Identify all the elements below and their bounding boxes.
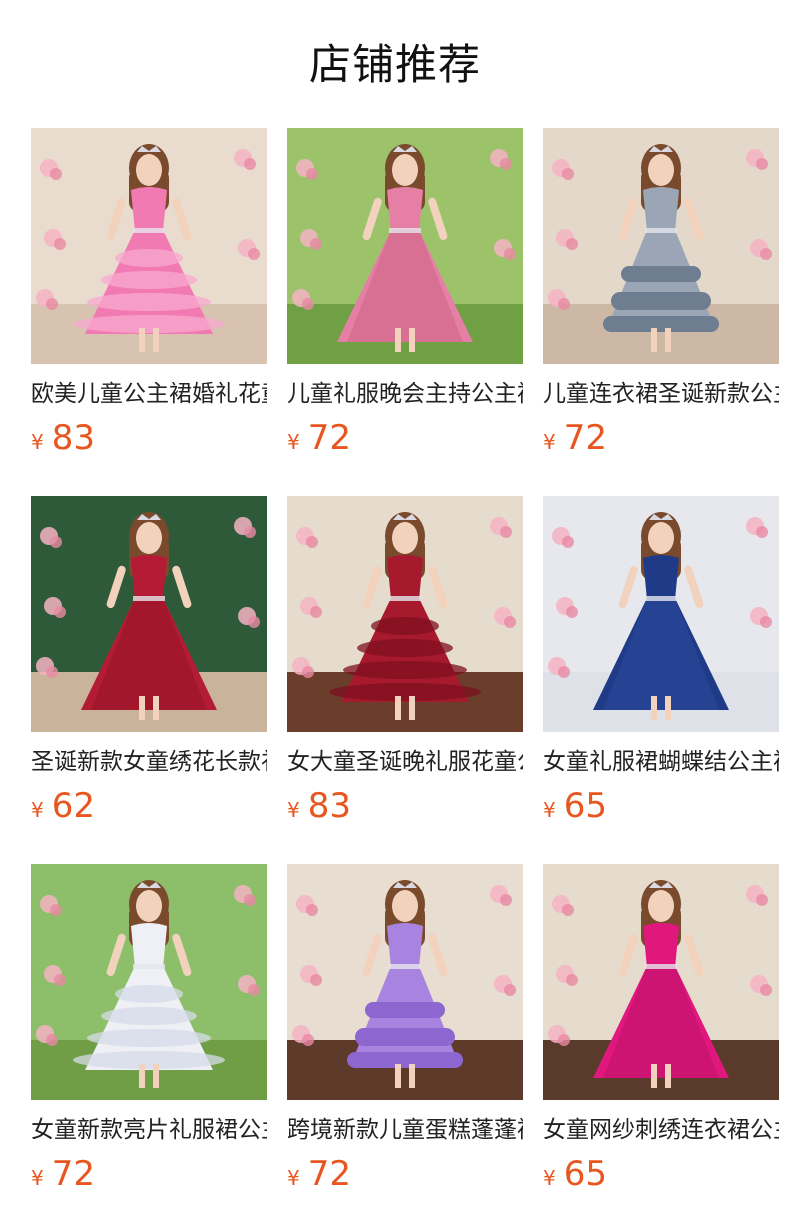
product-name[interactable]: 欧美儿童公主裙婚礼花童礼服 <box>31 378 267 410</box>
product-card[interactable]: 女童网纱刺绣连衣裙公主裙 ¥65 <box>543 864 779 1232</box>
product-photo-illustration <box>287 128 523 364</box>
currency-symbol: ¥ <box>31 430 44 454</box>
product-photo-illustration <box>287 496 523 732</box>
product-name[interactable]: 女大童圣诞晚礼服花童公主裙 <box>287 746 523 778</box>
product-price: ¥83 <box>31 418 267 458</box>
product-price: ¥65 <box>543 786 779 826</box>
product-name[interactable]: 儿童礼服晚会主持公主裙 <box>287 378 523 410</box>
product-image[interactable] <box>31 496 267 732</box>
currency-symbol: ¥ <box>31 1166 44 1190</box>
product-name[interactable]: 女童网纱刺绣连衣裙公主裙 <box>543 1114 779 1146</box>
product-card[interactable]: 欧美儿童公主裙婚礼花童礼服 ¥83 <box>31 128 267 496</box>
product-card[interactable]: 儿童连衣裙圣诞新款公主裙 ¥72 <box>543 128 779 496</box>
product-card[interactable]: 儿童礼服晚会主持公主裙 ¥72 <box>287 128 523 496</box>
price-value: 72 <box>563 418 607 458</box>
product-price: ¥72 <box>287 418 523 458</box>
currency-symbol: ¥ <box>287 430 300 454</box>
product-card[interactable]: 女大童圣诞晚礼服花童公主裙 ¥83 <box>287 496 523 864</box>
currency-symbol: ¥ <box>31 798 44 822</box>
product-price: ¥83 <box>287 786 523 826</box>
product-price: ¥62 <box>31 786 267 826</box>
product-name[interactable]: 圣诞新款女童绣花长款礼服 <box>31 746 267 778</box>
product-photo-illustration <box>31 128 267 364</box>
price-value: 83 <box>51 418 95 458</box>
product-image[interactable] <box>287 128 523 364</box>
product-card[interactable]: 跨境新款儿童蛋糕蓬蓬裙 ¥72 <box>287 864 523 1232</box>
product-name[interactable]: 女童礼服裙蝴蝶结公主裙 <box>543 746 779 778</box>
product-photo-illustration <box>543 864 779 1100</box>
product-price: ¥72 <box>287 1154 523 1194</box>
price-value: 83 <box>307 786 351 826</box>
product-name[interactable]: 女童新款亮片礼服裙公主裙 <box>31 1114 267 1146</box>
product-photo-illustration <box>287 864 523 1100</box>
price-value: 72 <box>307 418 351 458</box>
product-image[interactable] <box>287 496 523 732</box>
product-price: ¥72 <box>543 418 779 458</box>
product-card[interactable]: 女童新款亮片礼服裙公主裙 ¥72 <box>31 864 267 1232</box>
price-value: 65 <box>563 1154 607 1194</box>
product-image[interactable] <box>287 864 523 1100</box>
currency-symbol: ¥ <box>287 1166 300 1190</box>
currency-symbol: ¥ <box>543 430 556 454</box>
product-image[interactable] <box>31 864 267 1100</box>
page-title: 店铺推荐 <box>308 40 481 89</box>
product-card[interactable]: 女童礼服裙蝴蝶结公主裙 ¥65 <box>543 496 779 864</box>
product-photo-illustration <box>31 864 267 1100</box>
price-value: 72 <box>307 1154 351 1194</box>
currency-symbol: ¥ <box>543 1166 556 1190</box>
currency-symbol: ¥ <box>287 798 300 822</box>
product-photo-illustration <box>543 128 779 364</box>
product-card[interactable]: 圣诞新款女童绣花长款礼服 ¥62 <box>31 496 267 864</box>
currency-symbol: ¥ <box>543 798 556 822</box>
product-name[interactable]: 儿童连衣裙圣诞新款公主裙 <box>543 378 779 410</box>
product-photo-illustration <box>543 496 779 732</box>
product-image[interactable] <box>543 128 779 364</box>
product-price: ¥72 <box>31 1154 267 1194</box>
product-name[interactable]: 跨境新款儿童蛋糕蓬蓬裙 <box>287 1114 523 1146</box>
product-image[interactable] <box>543 864 779 1100</box>
price-value: 72 <box>51 1154 95 1194</box>
product-grid: 欧美儿童公主裙婚礼花童礼服¥83儿童礼服晚会主持公主裙¥72儿童连衣裙圣诞新款公… <box>31 128 781 1232</box>
product-image[interactable] <box>543 496 779 732</box>
product-price: ¥65 <box>543 1154 779 1194</box>
product-image[interactable] <box>31 128 267 364</box>
price-value: 65 <box>563 786 607 826</box>
price-value: 62 <box>51 786 95 826</box>
product-photo-illustration <box>31 496 267 732</box>
